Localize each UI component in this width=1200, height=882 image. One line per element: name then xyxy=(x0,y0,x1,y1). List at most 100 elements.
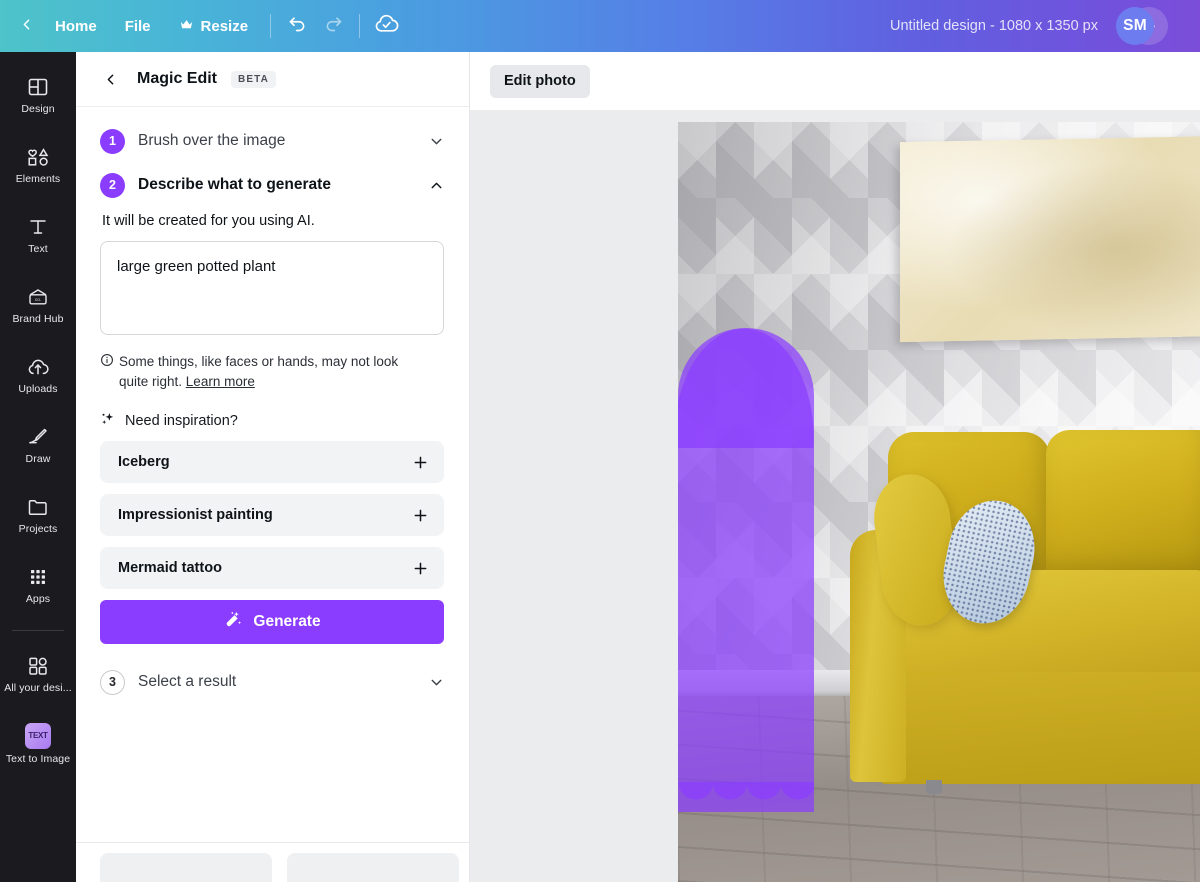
suggestion-label: Iceberg xyxy=(118,454,170,471)
sidebar-item-draw[interactable]: Draw xyxy=(2,412,74,478)
prompt-input[interactable] xyxy=(100,241,444,335)
sidebar-item-label: Uploads xyxy=(18,382,58,395)
plus-icon[interactable] xyxy=(411,559,430,578)
result-thumbnail[interactable] xyxy=(287,853,459,882)
generate-label: Generate xyxy=(253,613,321,631)
rail-divider xyxy=(12,630,64,631)
ai-disclaimer-text: Some things, like faces or hands, may no… xyxy=(119,352,430,391)
sidebar-item-text[interactable]: Text xyxy=(2,202,74,268)
undo-button[interactable] xyxy=(279,9,315,43)
sidebar-item-apps[interactable]: Apps xyxy=(2,552,74,618)
yellow-sofa xyxy=(850,422,1200,814)
redo-icon xyxy=(323,13,344,39)
toolbar-divider-1 xyxy=(270,14,272,38)
ai-disclaimer-body: Some things, like faces or hands, may no… xyxy=(119,354,399,389)
chevron-down-icon[interactable] xyxy=(428,674,445,691)
projects-icon xyxy=(26,495,50,519)
sidebar-item-label: Text xyxy=(28,242,48,255)
magic-edit-panel: Magic Edit BETA 1 Brush over the image 2… xyxy=(76,52,470,882)
edit-photo-button[interactable]: Edit photo xyxy=(490,64,590,98)
panel-back-button[interactable] xyxy=(98,67,123,92)
sidebar-item-brand-hub[interactable]: co. Brand Hub xyxy=(2,272,74,338)
suggestion-label: Impressionist painting xyxy=(118,507,273,524)
brand-hub-icon: co. xyxy=(26,285,50,309)
file-menu-button[interactable]: File xyxy=(111,9,165,43)
home-button[interactable]: Home xyxy=(41,9,111,43)
plus-icon[interactable] xyxy=(411,453,430,472)
toolbar-divider-2 xyxy=(359,14,361,38)
sidebar-item-elements[interactable]: Elements xyxy=(2,132,74,198)
top-bar-left-group: Home File Resize xyxy=(0,0,404,52)
sidebar-item-label: Draw xyxy=(25,452,51,465)
text-icon xyxy=(26,215,50,239)
need-inspiration-header: Need inspiration? xyxy=(100,411,445,431)
top-bar-right-group: Untitled design - 1080 x 1350 px + SM xyxy=(880,7,1200,45)
panel-body: 1 Brush over the image 2 Describe what t… xyxy=(76,107,469,842)
living-room-photo[interactable] xyxy=(678,122,1200,882)
result-thumbnail[interactable] xyxy=(100,853,272,882)
sidebar-item-label: Elements xyxy=(15,172,61,185)
step-2-describe-what-to-generate[interactable]: 2 Describe what to generate xyxy=(100,163,445,207)
uploads-icon xyxy=(26,355,50,379)
step-2-subtitle: It will be created for you using AI. xyxy=(102,213,315,229)
cloud-saved-icon xyxy=(374,11,399,41)
sidebar-item-label: Design xyxy=(21,102,55,115)
info-icon xyxy=(100,353,114,391)
panel-footer-thumbnails xyxy=(76,842,469,882)
home-label: Home xyxy=(55,17,97,35)
text-to-image-badge-label: TEXT xyxy=(28,731,48,741)
sofa-base xyxy=(878,672,1200,784)
workspace: Edit photo xyxy=(470,52,1200,882)
sofa-back-cushion-right xyxy=(1046,430,1200,580)
plus-icon[interactable] xyxy=(411,506,430,525)
sidebar-item-text-to-image[interactable]: TEXT Text to Image xyxy=(2,711,74,777)
top-bar: Home File Resize Untitled design - 1080 … xyxy=(0,0,1200,52)
suggestion-chip-mermaid-tattoo[interactable]: Mermaid tattoo xyxy=(100,547,444,590)
step-3-select-a-result[interactable]: 3 Select a result xyxy=(100,660,445,704)
design-title[interactable]: Untitled design - 1080 x 1350 px xyxy=(880,18,1108,34)
design-canvas[interactable] xyxy=(678,122,1200,882)
chevron-left-icon xyxy=(18,16,35,37)
step-2-label: Describe what to generate xyxy=(138,176,331,193)
brush-mask-selection[interactable] xyxy=(678,328,814,812)
sparkle-icon xyxy=(100,411,116,431)
sidebar-item-label: Brand Hub xyxy=(12,312,64,325)
step-1-label: Brush over the image xyxy=(138,132,286,149)
sidebar-item-design[interactable]: Design xyxy=(2,62,74,128)
sidebar-item-label: All your desi... xyxy=(4,681,72,694)
avatar[interactable]: SM xyxy=(1116,7,1154,45)
step-3-badge: 3 xyxy=(100,669,125,695)
text-to-image-icon: TEXT xyxy=(25,722,51,749)
suggestion-chip-iceberg[interactable]: Iceberg xyxy=(100,441,444,484)
crown-icon xyxy=(179,17,194,36)
step-1-badge: 1 xyxy=(100,128,125,154)
left-rail: Design Elements Text co. Brand Hub Uploa… xyxy=(0,52,76,882)
step-1-brush-over-image[interactable]: 1 Brush over the image xyxy=(100,119,445,163)
cloud-saved-button[interactable] xyxy=(368,9,404,43)
step-3-label: Select a result xyxy=(138,673,237,691)
svg-text:co.: co. xyxy=(35,297,41,302)
panel-header: Magic Edit BETA xyxy=(76,52,469,107)
sidebar-item-label: Text to Image xyxy=(5,752,71,765)
learn-more-link[interactable]: Learn more xyxy=(186,374,255,389)
design-icon xyxy=(26,75,50,99)
sidebar-item-projects[interactable]: Projects xyxy=(2,482,74,548)
sidebar-item-uploads[interactable]: Uploads xyxy=(2,342,74,408)
step-2-badge: 2 xyxy=(100,172,125,198)
back-button[interactable] xyxy=(14,9,41,43)
ai-disclaimer-note: Some things, like faces or hands, may no… xyxy=(100,352,430,391)
suggestion-chip-impressionist-painting[interactable]: Impressionist painting xyxy=(100,494,444,537)
wall-artwork xyxy=(900,135,1200,343)
suggestion-label: Mermaid tattoo xyxy=(118,560,222,577)
sofa-foot xyxy=(926,780,942,794)
resize-label: Resize xyxy=(200,17,249,35)
chevron-down-icon[interactable] xyxy=(428,133,445,150)
sidebar-item-all-your-designs[interactable]: All your desi... xyxy=(2,641,74,707)
sidebar-item-label: Projects xyxy=(18,522,58,535)
chevron-up-icon[interactable] xyxy=(428,177,445,194)
elements-icon xyxy=(26,145,50,169)
redo-button[interactable] xyxy=(315,9,351,43)
resize-button[interactable]: Resize xyxy=(165,9,263,43)
undo-icon xyxy=(287,13,308,39)
generate-button[interactable]: Generate xyxy=(100,600,444,645)
